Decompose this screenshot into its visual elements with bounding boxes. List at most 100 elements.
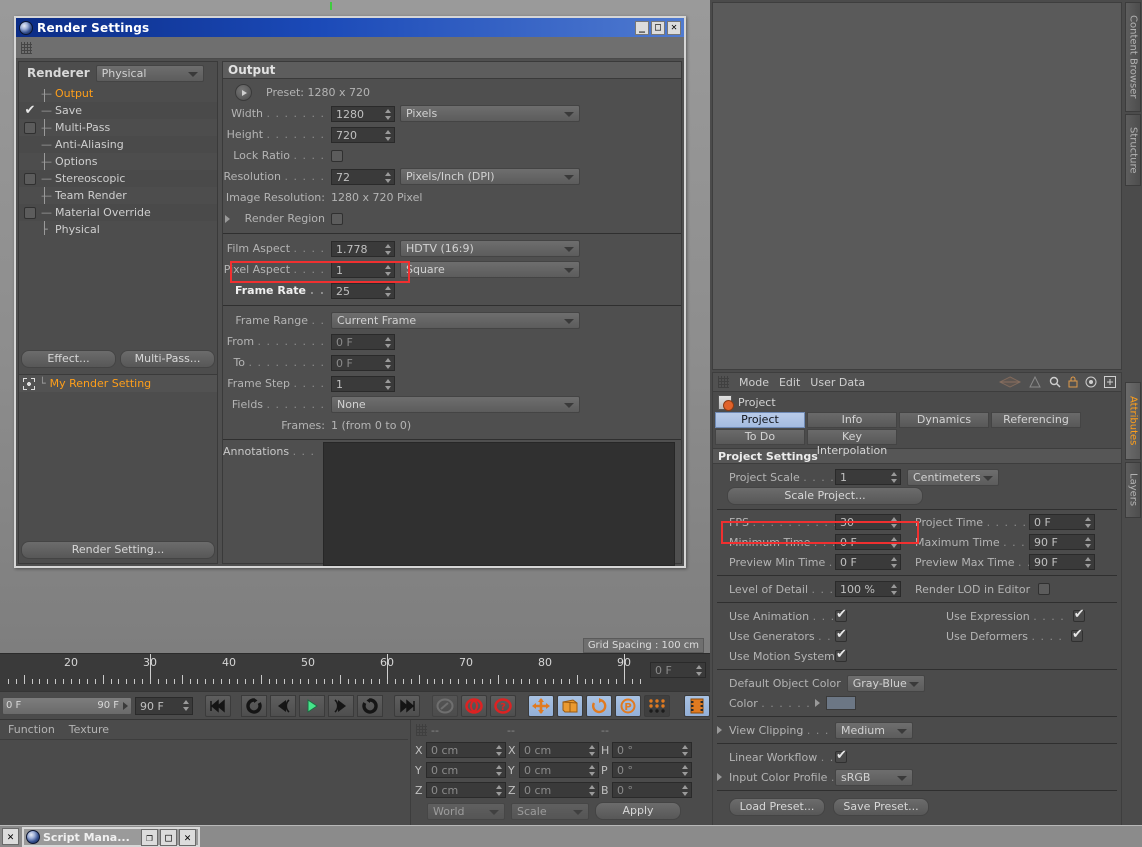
use-generators-checkbox[interactable] — [835, 628, 847, 642]
color-swatch[interactable] — [826, 696, 856, 710]
width-unit-select[interactable]: Pixels — [400, 105, 580, 122]
attribute-manager-menubar[interactable]: Mode Edit User Data — [713, 373, 1121, 392]
stepper-icon[interactable] — [891, 471, 898, 484]
side-tab-structure[interactable]: Structure — [1125, 114, 1141, 186]
maximize-icon[interactable]: □ — [160, 828, 177, 846]
sidebar-item-multi-pass[interactable]: — Multi-Pass — [19, 119, 217, 136]
stepper-icon[interactable] — [183, 699, 190, 712]
sidebar-item-team-render[interactable]: — Team Render — [19, 187, 217, 204]
time-range-slider[interactable]: 0 F 90 F — [2, 696, 132, 715]
stepper-icon[interactable] — [1085, 556, 1092, 569]
lock-ratio-checkbox[interactable] — [331, 149, 343, 162]
plus-icon[interactable] — [1104, 376, 1116, 388]
move-key-button[interactable] — [528, 694, 554, 717]
render-settings-sidebar[interactable]: Renderer Physical — Output ✔ — Save — Mu… — [18, 61, 218, 564]
resolution-input[interactable]: 72 — [331, 168, 395, 185]
stepper-icon[interactable] — [891, 556, 898, 569]
stepper-icon[interactable] — [385, 171, 392, 184]
size-z-input[interactable]: 0 cm — [519, 782, 599, 798]
checkbox-icon[interactable] — [24, 172, 36, 185]
checkbox-icon[interactable] — [24, 206, 36, 219]
render-settings-window[interactable]: Render Settings _ □ ✕ Renderer Physical — [14, 16, 686, 568]
height-input[interactable]: 720 — [331, 126, 395, 143]
stepper-icon[interactable] — [589, 784, 596, 797]
size-y-input[interactable]: 0 cm — [519, 762, 599, 778]
point-level-button[interactable] — [644, 694, 670, 717]
close-icon[interactable]: ✕ — [179, 828, 196, 846]
perspective-viewport[interactable] — [712, 2, 1122, 370]
go-to-end-button[interactable] — [394, 694, 420, 717]
menu-mode[interactable]: Mode — [739, 376, 769, 389]
checkbox-icon[interactable] — [24, 121, 36, 134]
stepper-icon[interactable] — [385, 285, 392, 298]
lock-icon[interactable] — [1068, 376, 1078, 388]
preset-expand-button[interactable] — [235, 84, 252, 101]
minimize-icon[interactable]: _ — [635, 20, 649, 35]
expand-arrow-icon[interactable] — [717, 773, 722, 781]
renderer-select[interactable]: Physical — [95, 64, 204, 82]
menu-texture[interactable]: Texture — [69, 723, 109, 736]
render-preset-list[interactable]: └ My Render Setting — [19, 374, 217, 509]
sidebar-item-output[interactable]: — Output — [19, 85, 217, 102]
stepper-icon[interactable] — [385, 264, 392, 277]
stepper-icon[interactable] — [385, 336, 392, 349]
maximize-icon[interactable]: □ — [651, 20, 665, 35]
stepper-icon[interactable] — [385, 357, 392, 370]
film-aspect-preset-select[interactable]: HDTV (16:9) — [400, 240, 580, 257]
position-x-input[interactable]: 0 cm — [426, 742, 506, 758]
resolution-unit-select[interactable]: Pixels/Inch (DPI) — [400, 168, 580, 185]
record-button[interactable] — [461, 694, 487, 717]
loop-button[interactable] — [357, 694, 383, 717]
side-tab-layers[interactable]: Layers — [1125, 462, 1141, 518]
record-autokey-button[interactable] — [432, 694, 458, 717]
stepper-icon[interactable] — [589, 764, 596, 777]
stepper-icon[interactable] — [589, 744, 596, 757]
drag-grip-icon[interactable] — [21, 41, 32, 54]
stepper-icon[interactable] — [891, 583, 898, 596]
menu-edit[interactable]: Edit — [779, 376, 800, 389]
axis-icon[interactable] — [1028, 376, 1042, 388]
stepper-icon[interactable] — [1085, 536, 1092, 549]
render-settings-tree[interactable]: — Output ✔ — Save — Multi-Pass — Anti-Al… — [19, 85, 217, 238]
drag-grip-icon[interactable] — [416, 724, 427, 736]
sidebar-item-anti-aliasing[interactable]: — Anti-Aliasing — [19, 136, 217, 153]
pixel-aspect-input[interactable]: 1 — [331, 261, 395, 278]
effect-button[interactable]: Effect... — [21, 350, 116, 368]
taskbar-app-button[interactable]: Script Mana... ❐ □ ✕ — [22, 827, 200, 847]
fields-select[interactable]: None — [331, 396, 580, 413]
close-icon[interactable]: ✕ — [667, 20, 681, 35]
project-time-input[interactable]: 0 F — [1029, 514, 1095, 530]
stepper-icon[interactable] — [496, 764, 503, 777]
frame-rate-input[interactable]: 25 — [331, 282, 395, 299]
tab-project-settings[interactable]: Project Settings — [715, 412, 805, 440]
scale-project-button[interactable]: Scale Project... — [727, 487, 923, 505]
expand-arrow-icon[interactable] — [815, 699, 820, 707]
tab-dynamics[interactable]: Dynamics — [899, 412, 989, 428]
film-aspect-input[interactable]: 1.778 — [331, 240, 395, 257]
maximum-time-input[interactable]: 90 F — [1029, 534, 1095, 550]
material-manager-menubar[interactable]: Function Texture — [0, 720, 408, 740]
stepper-icon[interactable] — [682, 764, 689, 777]
sidebar-item-physical[interactable]: └ Physical — [19, 221, 217, 238]
previous-key-button[interactable] — [270, 694, 296, 717]
taskbar-close-icon[interactable]: ✕ — [2, 828, 19, 845]
timeline-ruler[interactable]: 20 30 40 50 60 70 80 90 0 F — [0, 653, 710, 691]
stepper-icon[interactable] — [496, 784, 503, 797]
window-controls[interactable]: _ □ ✕ — [635, 20, 684, 35]
fps-input[interactable]: 30 — [835, 514, 901, 530]
preview-max-time-input[interactable]: 90 F — [1029, 554, 1095, 570]
expand-arrow-icon[interactable] — [717, 726, 722, 734]
use-expression-checkbox[interactable] — [1072, 608, 1085, 622]
use-motion-system-checkbox[interactable] — [835, 648, 847, 662]
stepper-icon[interactable] — [385, 108, 392, 121]
render-lod-checkbox[interactable] — [1038, 583, 1051, 595]
stepper-icon[interactable] — [696, 664, 703, 677]
apply-button[interactable]: Apply — [595, 802, 681, 820]
render-settings-menubar[interactable] — [16, 37, 684, 59]
end-frame-input[interactable]: 90 F — [135, 696, 193, 715]
scale-key-button[interactable] — [557, 694, 583, 717]
drag-grip-icon[interactable] — [718, 376, 729, 388]
project-scale-input[interactable]: 1 — [835, 469, 901, 485]
material-manager[interactable]: Function Texture — [0, 720, 408, 826]
stepper-icon[interactable] — [891, 536, 898, 549]
